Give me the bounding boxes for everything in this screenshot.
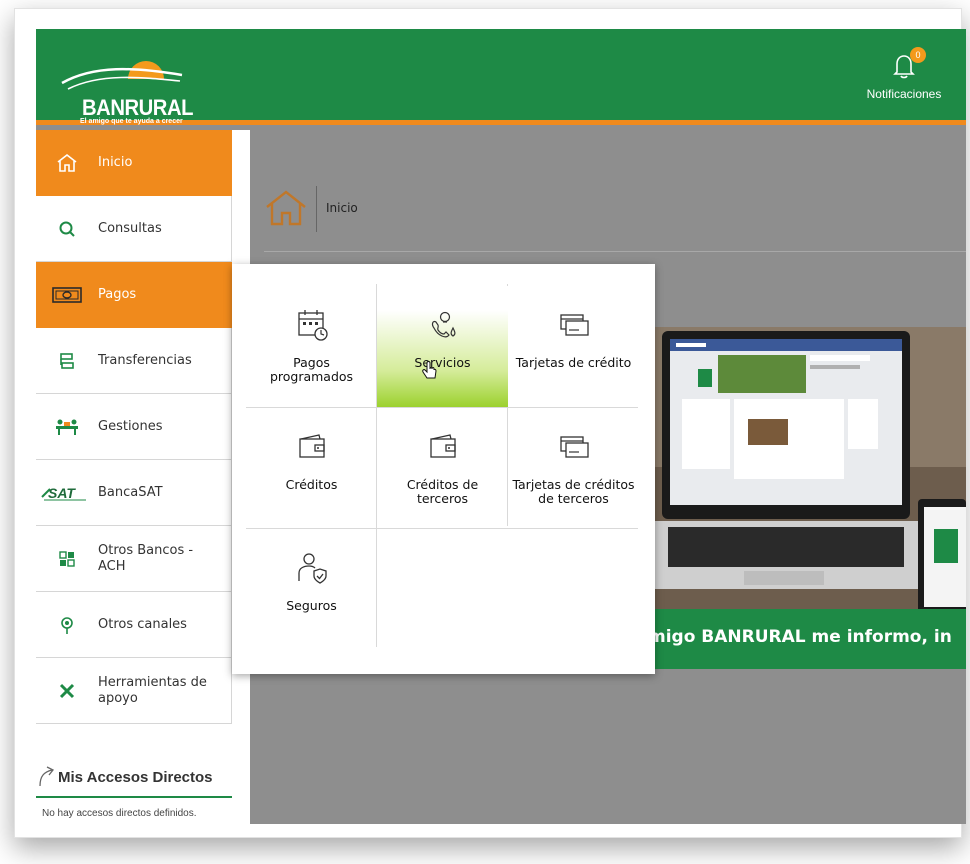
accesos-directos-title: Mis Accesos Directos bbox=[36, 758, 232, 798]
tile-label: Tarjetas de crédito bbox=[515, 355, 632, 370]
sidebar-item-herramientas[interactable]: Herramientas de apoyo bbox=[36, 658, 232, 724]
tools-icon bbox=[36, 682, 98, 700]
tile-servicios[interactable]: Servicios bbox=[377, 286, 508, 407]
sidebar-item-label: Otros canales bbox=[98, 616, 187, 632]
tile-label: Seguros bbox=[286, 598, 337, 613]
tile-tarjetas-creditos-terceros[interactable]: Tarjetas de créditos de terceros bbox=[508, 408, 639, 529]
banner-caption: migo BANRURAL me informo, in bbox=[648, 627, 952, 647]
sidebar-item-label: Transferencias bbox=[98, 352, 192, 368]
sidebar-item-transferencias[interactable]: Transferencias bbox=[36, 328, 232, 394]
sidebar-item-label: Consultas bbox=[98, 220, 162, 236]
hand-cursor-icon bbox=[422, 361, 437, 379]
channels-icon bbox=[36, 615, 98, 635]
transfer-icon bbox=[36, 352, 98, 370]
logo-tagline: El amigo que te ayuda a crecer bbox=[80, 118, 183, 125]
shortcut-arrow-icon bbox=[39, 766, 55, 787]
top-header: BANRURAL El amigo que te ayuda a crecer … bbox=[36, 29, 966, 125]
sidebar-item-otros-canales[interactable]: Otros canales bbox=[36, 592, 232, 658]
banrural-logo[interactable]: BANRURAL El amigo que te ayuda a crecer bbox=[54, 45, 194, 125]
notifications-button[interactable]: 0 Notificaciones bbox=[854, 47, 954, 107]
notifications-label: Notificaciones bbox=[866, 87, 942, 101]
credit-card-icon bbox=[559, 314, 589, 336]
sidebar-item-label: Inicio bbox=[98, 154, 133, 170]
wallet-icon bbox=[298, 434, 325, 458]
bank-ach-icon bbox=[36, 549, 98, 569]
laptop-promo-image bbox=[648, 289, 966, 669]
tile-creditos[interactable]: Créditos bbox=[246, 408, 377, 529]
breadcrumb: Inicio bbox=[264, 184, 966, 252]
tile-seguros[interactable]: Seguros bbox=[246, 529, 377, 650]
sidebar-item-label: Otros Bancos - ACH bbox=[98, 542, 194, 574]
sidebar-item-bancasat[interactable]: SAT BancaSAT bbox=[36, 460, 232, 526]
tile-label: Créditos de terceros bbox=[406, 477, 479, 506]
sat-logo-icon: SAT bbox=[36, 485, 98, 501]
sidebar-item-otros-bancos[interactable]: Otros Bancos - ACH bbox=[36, 526, 232, 592]
notifications-badge: 0 bbox=[910, 47, 926, 63]
tile-label: Servicios bbox=[414, 355, 471, 370]
svg-text:SAT: SAT bbox=[48, 485, 76, 501]
tile-label: Créditos bbox=[285, 477, 338, 492]
accesos-directos-label: Mis Accesos Directos bbox=[58, 768, 213, 786]
sidebar-item-inicio[interactable]: Inicio bbox=[36, 130, 232, 196]
accesos-empty-message: No hay accesos directos definidos. bbox=[42, 808, 197, 819]
desk-icon bbox=[36, 418, 98, 436]
app-window: BANRURAL El amigo que te ayuda a crecer … bbox=[36, 29, 966, 824]
calendar-clock-icon bbox=[297, 310, 328, 341]
money-bill-icon bbox=[36, 285, 98, 305]
sidebar-item-consultas[interactable]: Consultas bbox=[36, 196, 232, 262]
sidebar-item-label: Pagos bbox=[98, 286, 137, 302]
search-icon bbox=[36, 220, 98, 238]
credit-card-icon bbox=[559, 436, 589, 458]
insurance-person-icon bbox=[297, 553, 327, 584]
tile-label: Pagos programados bbox=[269, 355, 354, 384]
tile-tarjetas-credito[interactable]: Tarjetas de crédito bbox=[508, 286, 639, 407]
sidebar-item-gestiones[interactable]: Gestiones bbox=[36, 394, 232, 460]
sidebar-item-pagos[interactable]: Pagos bbox=[36, 262, 241, 328]
sidebar-item-label: Gestiones bbox=[98, 418, 163, 434]
utilities-icon bbox=[431, 311, 455, 338]
sidebar-item-label: Herramientas de apoyo bbox=[98, 674, 207, 706]
pagos-submenu: Pagos programados Servicios Tarjetas de … bbox=[232, 264, 655, 674]
home-icon[interactable] bbox=[264, 188, 308, 228]
breadcrumb-current: Inicio bbox=[326, 201, 358, 215]
home-icon bbox=[36, 153, 98, 173]
promo-banner[interactable] bbox=[648, 289, 966, 669]
tile-label: Tarjetas de créditos de terceros bbox=[512, 477, 635, 506]
tile-pagos-programados[interactable]: Pagos programados bbox=[246, 286, 377, 407]
tile-creditos-terceros[interactable]: Créditos de terceros bbox=[377, 408, 508, 529]
wallet-icon bbox=[429, 434, 456, 458]
sidebar: Inicio Consultas Pagos Transferencias Ge… bbox=[36, 130, 250, 824]
sidebar-item-label: BancaSAT bbox=[98, 484, 163, 500]
